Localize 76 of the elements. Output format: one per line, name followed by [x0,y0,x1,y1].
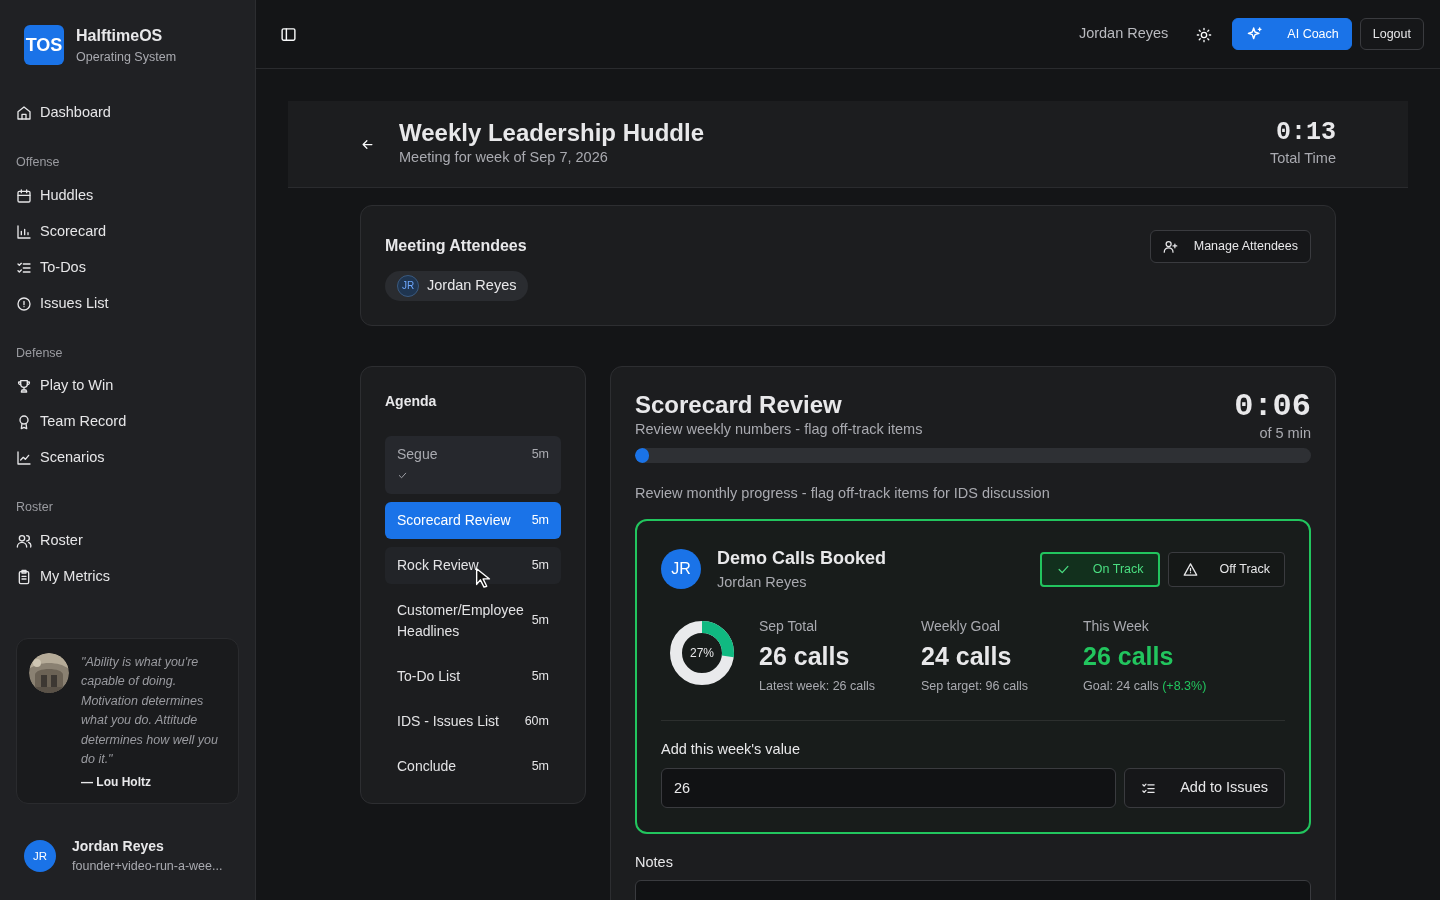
add-to-issues-button[interactable]: Add to Issues [1124,768,1285,809]
stat-value: 26 calls [759,640,851,671]
meeting-subtitle: Meeting for week of Sep 7, 2026 [399,148,609,168]
agenda-item-label: Segue [397,444,438,464]
owner-avatar: JR [661,549,701,590]
nav-item[interactable]: Play to Win [16,368,239,405]
logo: TOS [24,25,64,66]
stat-label: This Week [1083,616,1150,636]
status-button[interactable]: On Track [1039,552,1160,587]
input-label: Add this week's value [661,739,801,759]
user-name: Jordan Reyes [1078,24,1169,44]
agenda-item[interactable]: Scorecard Review 5m [385,501,561,539]
stat-note: Latest week: 26 calls [759,677,877,695]
metric-name: Demo Calls Booked [717,547,887,570]
timer-label: of 5 min [1258,423,1311,443]
agenda-item-duration: 5m [531,757,549,775]
nav-item[interactable]: Issues List [16,285,239,322]
manage-attendees-button[interactable]: Manage Attendees [1149,229,1311,263]
agenda-item-duration: 5m [531,445,549,463]
agenda-item-label: Customer/Employee Headlines [397,600,525,641]
agenda-item-label: IDS - Issues List [397,711,499,731]
card-title: Meeting Attendees [385,236,527,257]
user-email: founder+video-run-a-wee... [72,858,223,876]
quote-text: "Ability is what you're capable of doing. Motivation determines what you do. Attitude determines how well you do it." [81,654,219,768]
status-button[interactable]: Off Track [1167,552,1285,587]
agenda-item-label: To-Do List [397,666,461,686]
total-timer: 0:13 [1275,118,1336,148]
section-description: Review monthly progress - flag off-track items for IDS discussion [635,484,1051,504]
notes-label: Notes [635,853,674,873]
agenda-item[interactable]: IDS - Issues List 60m [385,702,561,740]
agenda-item-duration: 5m [531,667,549,685]
section-heading: Roster [16,499,54,517]
stat-note: Sep target: 96 calls [921,677,1029,695]
nav-item[interactable]: Dashboard [16,94,239,131]
section-heading: Defense [16,344,64,362]
quote-author: — Lou Holtz [81,774,152,792]
app-name: HalftimeOS [76,26,164,46]
logout-button[interactable]: Logout [1359,17,1424,51]
timer-label: Total Time [1269,149,1336,168]
agenda-item-duration: 5m [531,612,549,630]
user-name: Jordan Reyes [72,837,165,857]
nav-item[interactable]: Roster [16,523,239,559]
nav-item[interactable]: To-Dos [16,249,239,286]
section-heading: Offense [16,153,61,171]
meeting-title: Weekly Leadership Huddle [399,118,704,148]
agenda-item-duration: 5m [531,556,549,574]
section-timer: 0:06 [1234,390,1311,423]
attendee-name: Jordan Reyes [427,275,517,295]
attendee-avatar: JR [397,274,419,297]
ai-coach-button[interactable]: AI Coach [1232,17,1352,51]
stat-label: Weekly Goal [921,616,1002,636]
stat-note: Goal: 24 calls (+8.3%) [1083,677,1208,695]
donut-label: 27% [690,644,714,662]
agenda-title: Agenda [385,391,438,411]
stat-value: 24 calls [921,640,1013,671]
nav-item[interactable]: Scenarios [16,440,239,477]
section-subtitle: Review weekly numbers - flag off-track items [635,420,923,440]
agenda-item-duration: 60m [524,712,549,730]
agenda-item-duration: 5m [531,511,549,529]
app-tagline: Operating System [76,49,177,66]
stat-value: 26 calls [1083,640,1175,671]
user-avatar: JR [24,840,56,873]
agenda-item[interactable]: To-Do List 5m [385,657,561,695]
metric-owner: Jordan Reyes [717,573,808,592]
agenda-item-label: Rock Review [397,555,479,575]
nav-item[interactable]: My Metrics [16,559,239,595]
value-input[interactable]: 26 [661,768,1117,809]
agenda-item-label: Conclude [397,756,457,776]
nav-item[interactable]: Huddles [16,177,239,214]
stat-label: Sep Total [759,616,819,636]
nav-item[interactable]: Scorecard [16,213,239,250]
agenda-item-label: Scorecard Review [397,510,511,530]
nav-item[interactable]: Team Record [16,404,239,441]
section-title: Scorecard Review [635,390,843,420]
agenda-item[interactable]: Segue 5m [385,435,561,494]
agenda-item[interactable]: Conclude 5m [385,747,561,785]
